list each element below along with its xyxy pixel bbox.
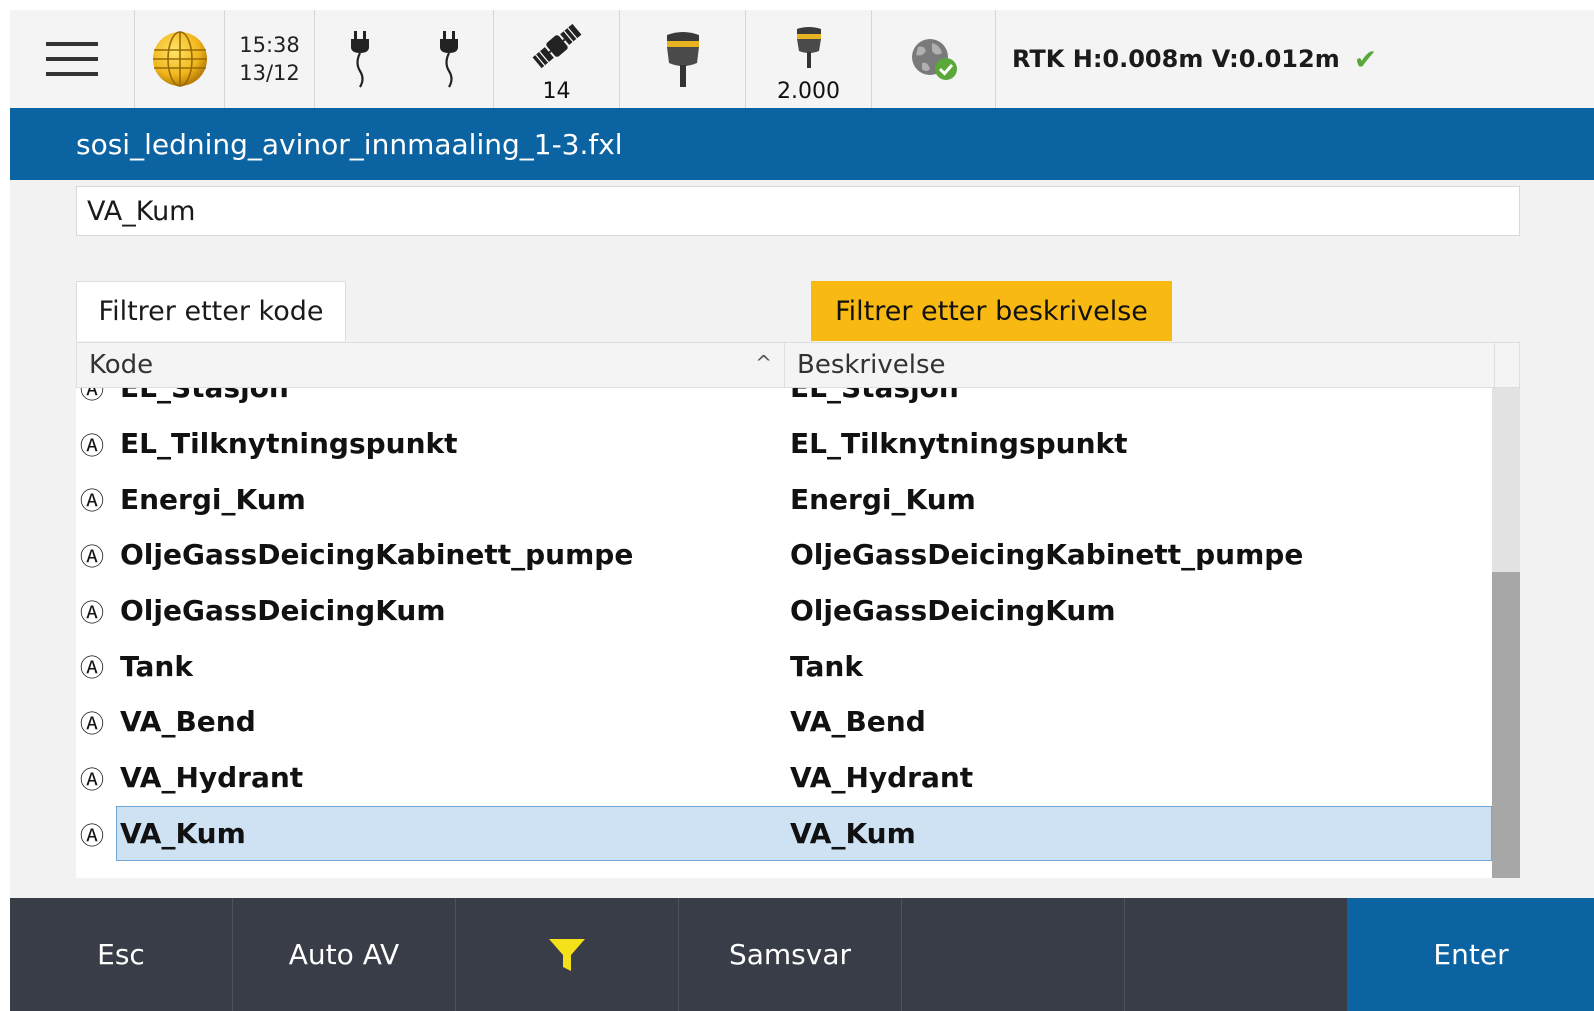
empty-softkey-6[interactable]: [1125, 898, 1348, 1011]
match-button[interactable]: Samsvar: [679, 898, 902, 1011]
app-frame: 15:38 13/12 14 2.000 RTK H:0.008m V:0.01…: [10, 10, 1594, 1011]
table-row[interactable]: Ⓐ EL_Tilknytningspunkt EL_Tilknytningspu…: [76, 416, 1494, 472]
file-title: sosi_ledning_avinor_innmaaling_1-3.fxl: [10, 108, 1594, 180]
antenna-height-icon: [796, 27, 821, 68]
table-row[interactable]: Ⓐ VA_Bend VA_Bend: [76, 694, 1494, 750]
row-code: VA_Hydrant: [120, 761, 304, 795]
row-code: OljeGassDeicingKum: [120, 594, 446, 628]
table-row[interactable]: Ⓐ Tank Tank: [76, 638, 1494, 694]
auto-off-button[interactable]: Auto AV: [233, 898, 456, 1011]
attribute-icon: Ⓐ: [80, 821, 104, 850]
row-description: EL_Stasjon: [790, 388, 959, 404]
time-text: 15:38: [239, 33, 300, 57]
enter-button[interactable]: Enter: [1348, 898, 1594, 1011]
satellite-status[interactable]: 14: [494, 10, 620, 108]
menu-button[interactable]: [10, 10, 135, 108]
rtk-status-text: RTK H:0.008m V:0.012m: [1012, 45, 1340, 73]
scrollbar-thumb[interactable]: [1492, 572, 1520, 878]
attribute-icon: Ⓐ: [80, 431, 104, 460]
empty-softkey-5[interactable]: [902, 898, 1125, 1011]
column-header-description-label: Beskrivelse: [797, 350, 946, 380]
job-button[interactable]: [135, 10, 225, 108]
status-bar: 15:38 13/12 14 2.000 RTK H:0.008m V:0.01…: [10, 10, 1594, 108]
table-row[interactable]: Ⓐ Energi_Kum Energi_Kum: [76, 471, 1494, 527]
power-plug-icon: [439, 31, 458, 88]
row-code: Tank: [120, 649, 193, 683]
satellite-icon: [532, 23, 581, 69]
attribute-icon: Ⓐ: [80, 598, 104, 627]
row-description: OljeGassDeicingKum: [790, 594, 1116, 628]
filter-funnel-icon: [549, 938, 585, 971]
row-code: EL_Stasjon: [120, 388, 289, 404]
network-globe-check-icon: [911, 39, 957, 80]
table-header: Kode ^ Beskrivelse: [76, 342, 1520, 388]
row-description: VA_Bend: [790, 705, 926, 739]
row-description: Tank: [790, 649, 863, 683]
column-header-code-label: Kode: [89, 350, 154, 380]
row-code: EL_Tilknytningspunkt: [120, 427, 458, 461]
row-code: Energi_Kum: [120, 482, 306, 516]
row-description: VA_Hydrant: [790, 761, 974, 795]
antenna-height-value: 2.000: [777, 79, 840, 104]
table-row-selected[interactable]: Ⓐ VA_Kum VA_Kum: [76, 805, 1494, 862]
checkmark-icon: ✔: [1353, 42, 1378, 76]
esc-button[interactable]: Esc: [10, 898, 233, 1011]
attribute-icon: Ⓐ: [80, 388, 104, 404]
table-row[interactable]: Ⓐ OljeGassDeicingKabinett_pumpe OljeGass…: [76, 527, 1494, 583]
table-rows: Ⓐ EL_Stasjon EL_Stasjon Ⓐ EL_Tilknytning…: [76, 388, 1494, 861]
row-code: VA_Kum: [120, 816, 246, 850]
filter-button[interactable]: [456, 898, 679, 1011]
hamburger-menu-icon: [46, 42, 98, 76]
row-description: Energi_Kum: [790, 482, 976, 516]
table-scrollbar[interactable]: [1492, 388, 1520, 878]
code-table: Ⓐ EL_Stasjon EL_Stasjon Ⓐ EL_Tilknytning…: [76, 388, 1520, 878]
date-text: 13/12: [239, 61, 300, 85]
filter-by-code-tab[interactable]: Filtrer etter kode: [76, 281, 346, 341]
code-search-input[interactable]: [76, 186, 1520, 236]
table-row[interactable]: Ⓐ EL_Stasjon EL_Stasjon: [76, 388, 1494, 416]
satellite-count: 14: [542, 79, 571, 104]
attribute-icon: Ⓐ: [80, 710, 104, 739]
power-status[interactable]: [315, 10, 494, 108]
attribute-icon: Ⓐ: [80, 654, 104, 683]
gnss-receiver-icon: [666, 32, 699, 87]
antenna-height[interactable]: 2.000: [746, 10, 872, 108]
attribute-icon: Ⓐ: [80, 487, 104, 516]
column-header-description[interactable]: Beskrivelse: [785, 343, 1495, 387]
receiver-status[interactable]: [620, 10, 746, 108]
rtk-status[interactable]: RTK H:0.008m V:0.012m ✔: [996, 10, 1594, 108]
bottom-action-bar: Esc Auto AV Samsvar Enter: [10, 898, 1594, 1011]
filter-by-description-tab[interactable]: Filtrer etter beskrivelse: [811, 281, 1172, 341]
datetime-display[interactable]: 15:38 13/12: [225, 10, 315, 108]
power-plug-icon: [350, 31, 369, 88]
table-row[interactable]: Ⓐ VA_Hydrant VA_Hydrant: [76, 750, 1494, 806]
row-description: OljeGassDeicingKabinett_pumpe: [790, 538, 1304, 572]
row-description: EL_Tilknytningspunkt: [790, 427, 1128, 461]
globe-icon: [152, 31, 207, 87]
sort-ascending-icon: ^: [755, 351, 772, 375]
column-header-code[interactable]: Kode ^: [77, 343, 785, 387]
row-code: OljeGassDeicingKabinett_pumpe: [120, 538, 634, 572]
row-description: VA_Kum: [790, 816, 916, 850]
row-code: VA_Bend: [120, 705, 256, 739]
table-row[interactable]: Ⓐ OljeGassDeicingKum OljeGassDeicingKum: [76, 583, 1494, 639]
network-status[interactable]: [872, 10, 996, 108]
attribute-icon: Ⓐ: [80, 765, 104, 794]
attribute-icon: Ⓐ: [80, 543, 104, 572]
